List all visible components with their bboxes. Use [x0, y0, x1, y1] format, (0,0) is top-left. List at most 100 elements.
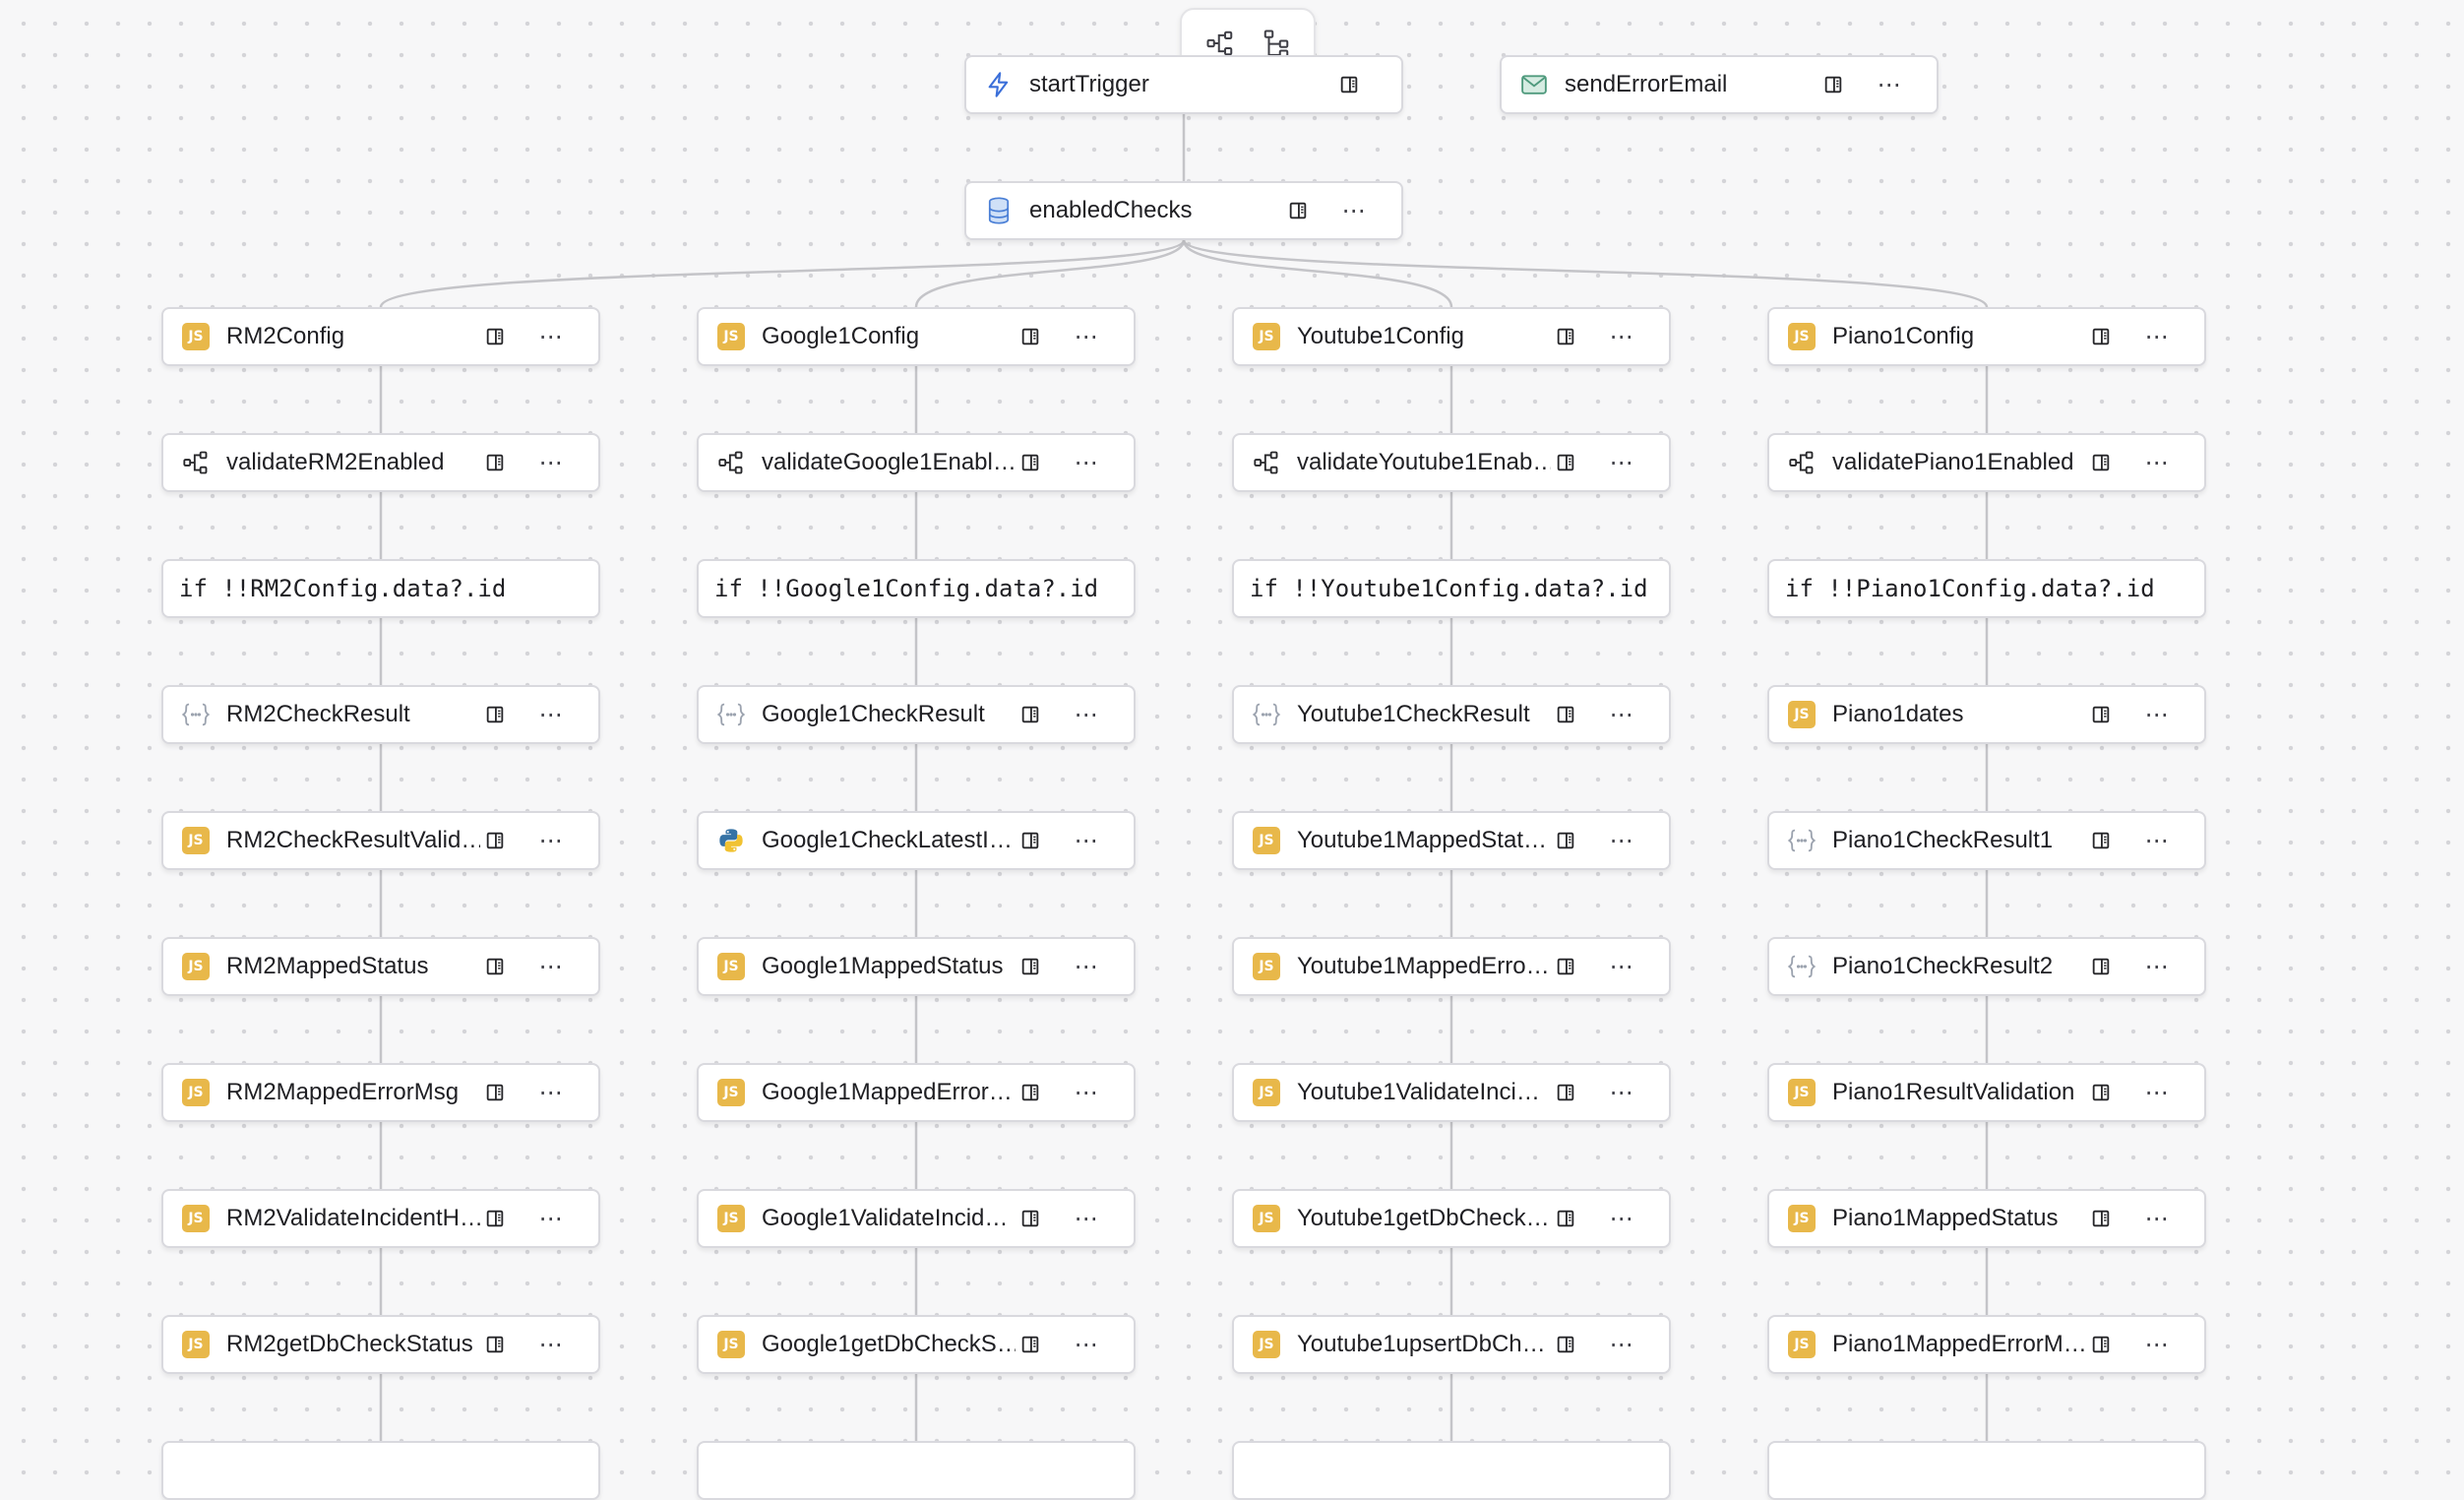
- workflow-node-validateyoutube1enab[interactable]: validateYoutube1Enab… ⋯: [1232, 433, 1671, 492]
- panel-icon[interactable]: [1016, 1078, 1045, 1107]
- panel-icon[interactable]: [1016, 448, 1045, 477]
- more-options-icon[interactable]: ⋯: [1067, 1330, 1106, 1359]
- more-options-icon[interactable]: ⋯: [531, 952, 571, 981]
- workflow-node-piano1dates[interactable]: JS Piano1dates ⋯: [1767, 685, 2206, 744]
- workflow-node-partial[interactable]: [161, 1441, 600, 1500]
- more-options-icon[interactable]: ⋯: [1067, 1204, 1106, 1233]
- workflow-node-if-piano1config-data-id[interactable]: if !!Piano1Config.data?.id: [1767, 559, 2206, 618]
- more-options-icon[interactable]: ⋯: [2137, 322, 2177, 351]
- more-options-icon[interactable]: ⋯: [1602, 1078, 1641, 1107]
- workflow-node-youtube1getdbcheck[interactable]: JS Youtube1getDbCheck… ⋯: [1232, 1189, 1671, 1248]
- workflow-node-rm2checkresult[interactable]: RM2CheckResult ⋯: [161, 685, 600, 744]
- workflow-node-piano1checkresult1[interactable]: Piano1CheckResult1 ⋯: [1767, 811, 2206, 870]
- workflow-node-youtube1checkresult[interactable]: Youtube1CheckResult ⋯: [1232, 685, 1671, 744]
- more-options-icon[interactable]: ⋯: [1334, 196, 1374, 225]
- panel-icon[interactable]: [2086, 322, 2116, 351]
- more-options-icon[interactable]: ⋯: [1870, 70, 1909, 99]
- more-options-icon[interactable]: ⋯: [1602, 1204, 1641, 1233]
- more-options-icon[interactable]: ⋯: [1602, 322, 1641, 351]
- workflow-node-piano1checkresult2[interactable]: Piano1CheckResult2 ⋯: [1767, 937, 2206, 996]
- panel-icon[interactable]: [1016, 1330, 1045, 1359]
- workflow-node-if-rm2config-data-id[interactable]: if !!RM2Config.data?.id: [161, 559, 600, 618]
- panel-icon[interactable]: [1818, 70, 1848, 99]
- panel-icon[interactable]: [1551, 1078, 1580, 1107]
- panel-icon[interactable]: [1283, 196, 1313, 225]
- send-error-email-node[interactable]: sendErrorEmail ⋯: [1500, 55, 1939, 114]
- panel-icon[interactable]: [1551, 826, 1580, 855]
- workflow-node-validategoogle1enabl[interactable]: validateGoogle1Enabl… ⋯: [697, 433, 1136, 492]
- panel-icon[interactable]: [1551, 952, 1580, 981]
- panel-icon[interactable]: [1016, 700, 1045, 729]
- panel-icon[interactable]: [2086, 700, 2116, 729]
- panel-icon[interactable]: [1551, 700, 1580, 729]
- panel-icon[interactable]: [1016, 952, 1045, 981]
- more-options-icon[interactable]: ⋯: [1067, 826, 1106, 855]
- workflow-node-rm2validateincidenth[interactable]: JS RM2ValidateIncidentH… ⋯: [161, 1189, 600, 1248]
- workflow-node-validatepiano1enabled[interactable]: validatePiano1Enabled ⋯: [1767, 433, 2206, 492]
- panel-icon[interactable]: [480, 826, 510, 855]
- more-options-icon[interactable]: ⋯: [1067, 1078, 1106, 1107]
- more-options-icon[interactable]: ⋯: [1067, 700, 1106, 729]
- panel-icon[interactable]: [480, 322, 510, 351]
- panel-icon[interactable]: [1551, 448, 1580, 477]
- workflow-node-piano1config[interactable]: JS Piano1Config ⋯: [1767, 307, 2206, 366]
- workflow-node-rm2mappederrormsg[interactable]: JS RM2MappedErrorMsg ⋯: [161, 1063, 600, 1122]
- panel-icon[interactable]: [1551, 1330, 1580, 1359]
- panel-icon[interactable]: [480, 700, 510, 729]
- workflow-node-youtube1mappedstat[interactable]: JS Youtube1MappedStat… ⋯: [1232, 811, 1671, 870]
- more-options-icon[interactable]: ⋯: [2137, 1078, 2177, 1107]
- workflow-node-partial[interactable]: [697, 1441, 1136, 1500]
- panel-icon[interactable]: [480, 952, 510, 981]
- workflow-node-google1config[interactable]: JS Google1Config ⋯: [697, 307, 1136, 366]
- panel-icon[interactable]: [1016, 826, 1045, 855]
- workflow-node-rm2config[interactable]: JS RM2Config ⋯: [161, 307, 600, 366]
- workflow-node-rm2getdbcheckstatus[interactable]: JS RM2getDbCheckStatus ⋯: [161, 1315, 600, 1374]
- workflow-node-youtube1upsertdbch[interactable]: JS Youtube1upsertDbCh… ⋯: [1232, 1315, 1671, 1374]
- workflow-node-rm2checkresultvalid[interactable]: JS RM2CheckResultValid… ⋯: [161, 811, 600, 870]
- more-options-icon[interactable]: ⋯: [2137, 1204, 2177, 1233]
- workflow-node-youtube1config[interactable]: JS Youtube1Config ⋯: [1232, 307, 1671, 366]
- more-options-icon[interactable]: ⋯: [1602, 826, 1641, 855]
- workflow-node-youtube1mappederro[interactable]: JS Youtube1MappedErro… ⋯: [1232, 937, 1671, 996]
- workflow-node-if-youtube1config-data-id[interactable]: if !!Youtube1Config.data?.id: [1232, 559, 1671, 618]
- workflow-node-google1validateincid[interactable]: JS Google1ValidateIncid… ⋯: [697, 1189, 1136, 1248]
- workflow-node-google1mappedstatus[interactable]: JS Google1MappedStatus ⋯: [697, 937, 1136, 996]
- start-trigger-node[interactable]: startTrigger: [964, 55, 1403, 114]
- more-options-icon[interactable]: ⋯: [1067, 952, 1106, 981]
- more-options-icon[interactable]: ⋯: [531, 1204, 571, 1233]
- more-options-icon[interactable]: ⋯: [2137, 700, 2177, 729]
- workflow-node-piano1mappederrorm[interactable]: JS Piano1MappedErrorM… ⋯: [1767, 1315, 2206, 1374]
- panel-icon[interactable]: [480, 1330, 510, 1359]
- panel-icon[interactable]: [1551, 322, 1580, 351]
- panel-icon[interactable]: [480, 1078, 510, 1107]
- panel-icon[interactable]: [1016, 322, 1045, 351]
- more-options-icon[interactable]: ⋯: [531, 1078, 571, 1107]
- more-options-icon[interactable]: ⋯: [2137, 952, 2177, 981]
- more-options-icon[interactable]: ⋯: [1602, 700, 1641, 729]
- workflow-node-google1mappederror[interactable]: JS Google1MappedError… ⋯: [697, 1063, 1136, 1122]
- more-options-icon[interactable]: ⋯: [1602, 952, 1641, 981]
- more-options-icon[interactable]: ⋯: [531, 448, 571, 477]
- more-options-icon[interactable]: ⋯: [1602, 448, 1641, 477]
- more-options-icon[interactable]: ⋯: [2137, 826, 2177, 855]
- workflow-node-piano1resultvalidation[interactable]: JS Piano1ResultValidation ⋯: [1767, 1063, 2206, 1122]
- more-options-icon[interactable]: ⋯: [531, 826, 571, 855]
- workflow-node-google1getdbchecks[interactable]: JS Google1getDbCheckS… ⋯: [697, 1315, 1136, 1374]
- panel-icon[interactable]: [2086, 1330, 2116, 1359]
- panel-icon[interactable]: [1334, 70, 1364, 99]
- panel-icon[interactable]: [480, 1204, 510, 1233]
- workflow-node-rm2mappedstatus[interactable]: JS RM2MappedStatus ⋯: [161, 937, 600, 996]
- more-options-icon[interactable]: ⋯: [1602, 1330, 1641, 1359]
- more-options-icon[interactable]: ⋯: [531, 322, 571, 351]
- enabled-checks-node[interactable]: enabledChecks ⋯: [964, 181, 1403, 240]
- more-options-icon[interactable]: ⋯: [1067, 448, 1106, 477]
- panel-icon[interactable]: [2086, 826, 2116, 855]
- workflow-node-validaterm2enabled[interactable]: validateRM2Enabled ⋯: [161, 433, 600, 492]
- workflow-node-google1checklatesti[interactable]: Google1CheckLatestI… ⋯: [697, 811, 1136, 870]
- panel-icon[interactable]: [2086, 448, 2116, 477]
- workflow-node-google1checkresult[interactable]: Google1CheckResult ⋯: [697, 685, 1136, 744]
- panel-icon[interactable]: [2086, 952, 2116, 981]
- more-options-icon[interactable]: ⋯: [2137, 448, 2177, 477]
- panel-icon[interactable]: [2086, 1204, 2116, 1233]
- more-options-icon[interactable]: ⋯: [2137, 1330, 2177, 1359]
